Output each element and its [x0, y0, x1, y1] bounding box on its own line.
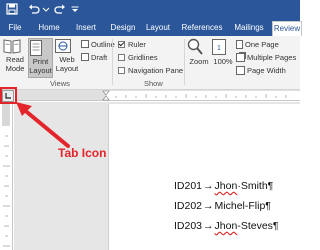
paragraph-mark: ¶: [265, 200, 271, 212]
one-page-label: One Page: [245, 40, 279, 49]
record-id: ID202: [174, 200, 203, 212]
outline-button[interactable]: Outline: [81, 40, 115, 49]
tab-mark: →: [203, 220, 214, 232]
first-line-indent-icon: [102, 90, 110, 96]
read-mode-label-line1: Read: [6, 55, 24, 64]
navigation-pane-check-box[interactable]: [118, 67, 125, 74]
tab-mark: →: [203, 180, 214, 192]
multiple-pages-label: Multiple Pages: [247, 53, 297, 62]
read-mode-label-line2: Mode: [5, 64, 25, 73]
tab-file[interactable]: File: [4, 20, 26, 36]
first-name: Jhon: [214, 180, 238, 192]
save-icon[interactable]: [6, 3, 18, 17]
paragraph-mark: ¶: [267, 180, 274, 192]
gridlines-checkbox[interactable]: Gridlines: [118, 53, 158, 62]
page-width-button[interactable]: Page Width: [236, 66, 286, 75]
last-name: Flip: [248, 200, 266, 212]
page-width-label: Page Width: [247, 66, 286, 75]
draft-button[interactable]: Draft: [81, 53, 107, 62]
tab-mailings[interactable]: Mailings: [230, 20, 268, 36]
first-name: Jhon: [214, 220, 238, 232]
ruler-checkbox[interactable]: Ruler: [118, 40, 146, 49]
tab-insert[interactable]: Insert: [72, 20, 100, 36]
zoom-button[interactable]: Zoom: [187, 38, 211, 76]
record-id: ID201: [174, 180, 203, 192]
draft-label: Draft: [91, 53, 108, 62]
views-group-label: Views: [50, 79, 70, 88]
title-bar: [0, 0, 300, 20]
zoom-label: Zoom: [189, 57, 209, 66]
read-mode-icon: [3, 38, 27, 54]
document-line[interactable]: ID203→Jhon-Steves¶: [174, 220, 279, 232]
tab-design[interactable]: Design: [108, 20, 138, 36]
print-layout-button[interactable]: Print Layout: [28, 38, 53, 78]
magnifier-icon: [187, 38, 211, 56]
navigation-pane-checkbox[interactable]: Navigation Pane: [118, 66, 183, 75]
show-group-label: Show: [144, 79, 163, 88]
one-page-icon: [236, 40, 243, 49]
print-layout-label-line2: Layout: [29, 66, 52, 75]
print-layout-icon: [29, 40, 52, 56]
record-id: ID203: [174, 220, 203, 232]
undo-dropdown-icon[interactable]: [42, 3, 50, 17]
svg-text:1: 1: [217, 45, 221, 52]
tab-home[interactable]: Home: [36, 20, 62, 36]
page-width-icon: [236, 66, 245, 75]
print-layout-label-line1: Print: [32, 57, 49, 66]
zoom-100-label: 100%: [213, 57, 233, 66]
read-mode-button[interactable]: Read Mode: [3, 38, 27, 76]
document-line[interactable]: ID202→Michel-Flip¶: [174, 200, 271, 212]
tab-review[interactable]: Review: [272, 21, 302, 36]
first-name: Michel: [214, 200, 245, 212]
last-name: Steves: [240, 220, 273, 232]
multiple-pages-button[interactable]: Multiple Pages: [236, 53, 296, 62]
one-page-button[interactable]: One Page: [236, 40, 279, 49]
outline-icon: [81, 40, 89, 48]
ribbon-separator: [184, 39, 185, 85]
web-layout-label-line2: Layout: [55, 64, 79, 73]
tab-mark: →: [203, 200, 214, 212]
web-layout-label-line1: Web: [59, 55, 75, 64]
last-name: Smith: [240, 180, 268, 192]
zoom-100-button[interactable]: 1 100%: [211, 38, 235, 76]
navigation-pane-label: Navigation Pane: [128, 66, 184, 75]
ribbon-tab-row: File Home Insert Design Layout Reference…: [0, 20, 302, 36]
tab-icon-callout-label: Tab Icon: [58, 146, 107, 160]
tab-references[interactable]: References: [180, 20, 224, 36]
web-layout-button[interactable]: Web Layout: [54, 38, 80, 76]
ruler-label: Ruler: [128, 40, 146, 49]
paragraph-mark: ¶: [272, 220, 279, 232]
undo-icon[interactable]: [28, 3, 40, 17]
web-layout-icon: [54, 38, 80, 54]
redo-icon[interactable]: [54, 3, 66, 17]
customize-qat-icon[interactable]: [70, 3, 80, 17]
gridlines-label: Gridlines: [128, 53, 158, 62]
draft-icon: [81, 53, 89, 61]
tab-layout[interactable]: Layout: [144, 20, 172, 36]
hanging-indent-icon: [102, 95, 110, 101]
ruler-check-box[interactable]: [118, 41, 125, 48]
multiple-pages-icon: [236, 53, 245, 62]
document-line[interactable]: ID201→Jhon·Smith¶: [174, 180, 273, 192]
zoom-100-icon: 1: [211, 38, 235, 56]
gridlines-check-box[interactable]: [118, 54, 125, 61]
ribbon-separator: [112, 39, 113, 85]
